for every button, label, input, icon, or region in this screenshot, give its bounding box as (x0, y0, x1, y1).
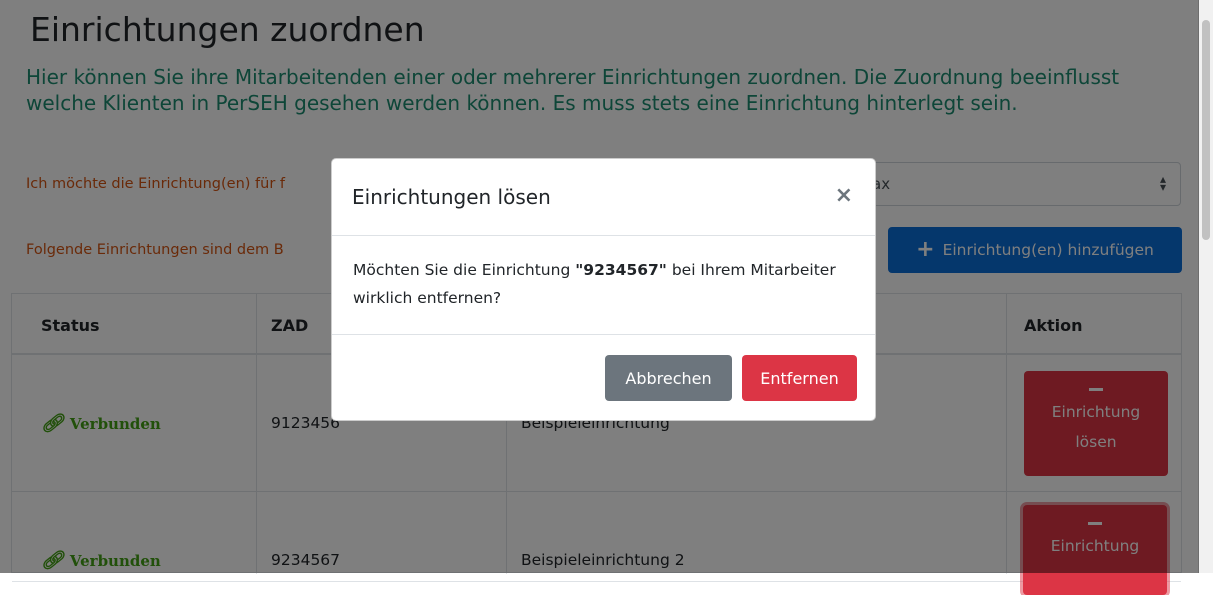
modal-footer: Abbrechen Entfernen (332, 334, 875, 421)
scrollbar-thumb[interactable] (1202, 20, 1210, 240)
confirm-remove-dialog: Einrichtungen lösen × Möchten Sie die Ei… (331, 158, 876, 421)
modal-body: Möchten Sie die Einrichtung "9234567" be… (353, 256, 853, 312)
close-icon[interactable]: × (835, 183, 853, 208)
modal-body-text: Möchten Sie die Einrichtung (353, 261, 576, 279)
modal-header: Einrichtungen lösen × (332, 159, 875, 236)
confirm-remove-button[interactable]: Entfernen (742, 355, 857, 401)
cancel-button[interactable]: Abbrechen (605, 355, 732, 401)
facility-id-highlight: "9234567" (575, 261, 667, 279)
modal-title: Einrichtungen lösen (352, 185, 551, 209)
scrollbar[interactable] (1198, 0, 1213, 573)
